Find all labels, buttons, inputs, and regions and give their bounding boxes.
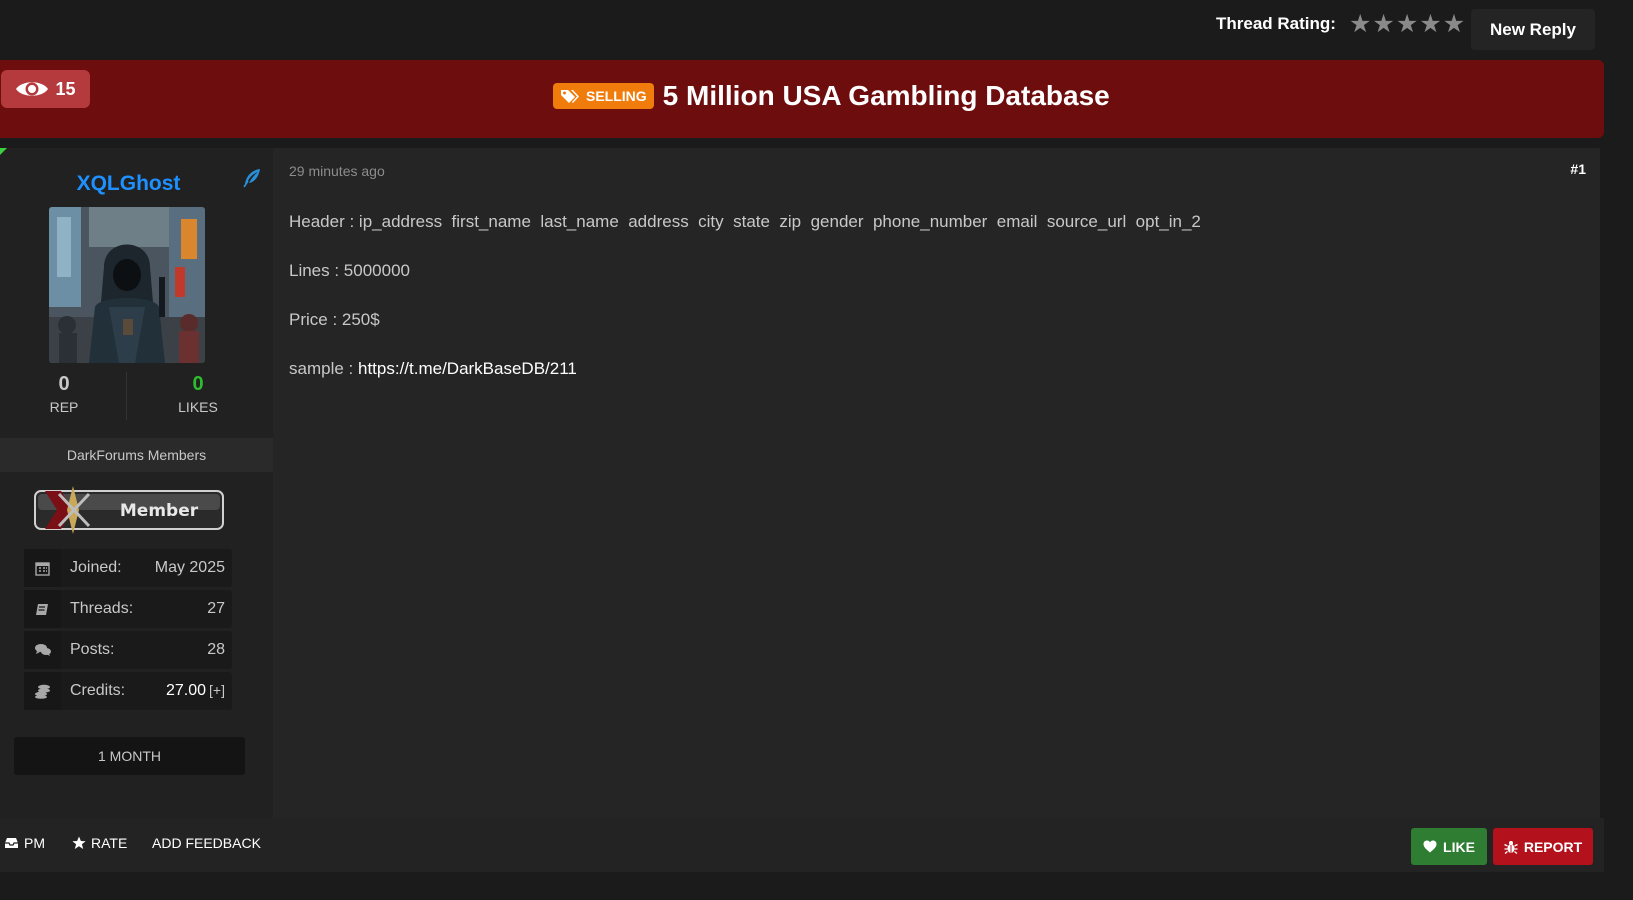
heart-icon (1423, 840, 1437, 853)
new-reply-button[interactable]: New Reply (1471, 9, 1595, 50)
book-icon (24, 590, 61, 628)
feather-icon (243, 169, 260, 188)
star-icon (72, 836, 86, 849)
eye-icon (16, 82, 49, 96)
post-sample-line: sample : https://t.me/DarkBaseDB/211 (289, 359, 577, 379)
pm-label: PM (24, 835, 45, 851)
coins-icon (24, 672, 61, 710)
report-label: REPORT (1523, 838, 1583, 855)
joined-value: May 2025 (154, 559, 225, 576)
star-icon[interactable]: ★ (1349, 10, 1371, 38)
posts-label: Posts: (70, 641, 115, 658)
info-row-joined: Joined: May 2025 (24, 549, 232, 587)
tags-icon (561, 90, 579, 103)
rep-label: REP (49, 399, 79, 415)
prefix-label: SELLING (586, 88, 647, 104)
stat-divider (126, 372, 127, 420)
post-lines-line: Lines : 5000000 (289, 261, 410, 280)
rate-button[interactable]: RATE (72, 835, 127, 851)
avatar[interactable] (49, 207, 205, 363)
credits-label: Credits: (70, 682, 126, 699)
info-row-credits: Credits: 27.00 [+] (24, 672, 232, 710)
bug-icon (1504, 840, 1518, 854)
likes-label: LIKES (178, 399, 218, 415)
post-content: 29 minutes ago #1 Header : ip_address fi… (273, 148, 1600, 818)
feedback-label: ADD FEEDBACK (152, 835, 261, 851)
star-icon[interactable]: ★ (1443, 10, 1465, 38)
prefix-badge[interactable]: SELLING (553, 83, 654, 109)
star-icon[interactable]: ★ (1372, 10, 1394, 38)
thread-title: 5 Million USA Gambling Database (662, 80, 1110, 111)
online-indicator (0, 148, 7, 155)
credits-value-wrap: 27.00 [+] (166, 682, 225, 700)
post-timestamp: 29 minutes ago (289, 163, 385, 179)
avatar-image (49, 207, 205, 363)
author-sidebar: XQLGhost 0 REP 0 LIKES DarkForums Member… (0, 148, 273, 818)
membership-duration: 1 MONTH (14, 737, 245, 775)
rep-value: 0 (58, 373, 70, 395)
post-actions-bar: PM RATE ADD FEEDBACK LIKE REPORT (0, 818, 1604, 872)
pm-button[interactable]: PM (4, 835, 45, 851)
post-container: XQLGhost 0 REP 0 LIKES DarkForums Member… (0, 148, 1600, 818)
rep-stat: 0 REP (0, 373, 128, 415)
post-price-line: Price : 250$ (289, 310, 380, 329)
views-count: 15 (55, 78, 76, 99)
sample-link[interactable]: https://t.me/DarkBaseDB/211 (358, 359, 577, 378)
thread-toolbar: Thread Rating: ★ ★ ★ ★ ★ New Reply (0, 0, 1633, 58)
joined-label: Joined: (70, 559, 122, 576)
star-icon[interactable]: ★ (1396, 10, 1418, 38)
inbox-icon (5, 838, 18, 848)
likes-stat: 0 LIKES (134, 373, 262, 415)
sample-prefix: sample : (289, 359, 358, 378)
thread-title-wrap: SELLING 5 Million USA Gambling Database (553, 80, 1110, 112)
post-header-line: Header : ip_address first_name last_name… (289, 212, 1201, 231)
credits-value: 27.00 (165, 682, 207, 699)
post-number[interactable]: #1 (1570, 161, 1586, 177)
member-rank-badge: Member (34, 486, 224, 534)
views-badge: 15 (1, 70, 90, 108)
comments-icon (24, 631, 61, 669)
threads-value: 27 (207, 600, 225, 617)
calendar-icon (24, 549, 61, 587)
like-label: LIKE (1443, 838, 1475, 855)
author-username[interactable]: XQLGhost (0, 172, 257, 196)
info-row-threads: Threads: 27 (24, 590, 232, 628)
info-row-posts: Posts: 28 (24, 631, 232, 669)
threads-label: Threads: (70, 600, 134, 617)
thread-rating-label: Thread Rating: (1216, 14, 1336, 33)
user-group: DarkForums Members (0, 438, 273, 472)
add-feedback-button[interactable]: ADD FEEDBACK (152, 835, 261, 851)
add-credits-link[interactable]: [+] (209, 682, 225, 698)
report-button[interactable]: REPORT (1493, 828, 1593, 865)
star-icon[interactable]: ★ (1419, 10, 1441, 38)
rate-label: RATE (91, 835, 128, 851)
like-button[interactable]: LIKE (1411, 828, 1487, 865)
likes-value: 0 (192, 373, 204, 395)
thread-rating-stars[interactable]: ★ ★ ★ ★ ★ (1349, 10, 1465, 38)
thread-title-bar: 15 SELLING 5 Million USA Gambling Databa… (0, 60, 1604, 138)
posts-value: 28 (207, 641, 225, 658)
rank-label: Member (120, 501, 199, 521)
